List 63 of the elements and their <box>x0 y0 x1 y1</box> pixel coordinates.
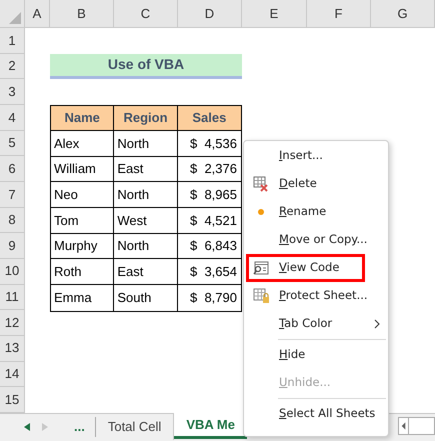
column-heading: Name <box>51 106 114 130</box>
column-header[interactable]: B <box>50 0 114 27</box>
column-header[interactable]: G <box>371 0 435 27</box>
column-header[interactable]: F <box>307 0 371 27</box>
table-cell: West <box>114 208 178 233</box>
delete-sheet-icon <box>253 176 269 192</box>
table-cell: Tom <box>51 208 114 233</box>
menu-item[interactable]: View Code <box>246 254 365 282</box>
table-cell: North <box>114 130 178 156</box>
menu-item[interactable]: Hide <box>246 341 386 369</box>
column-heading: Region <box>114 106 178 130</box>
scroll-left-icon[interactable] <box>399 418 409 434</box>
table-cell: Alex <box>51 130 114 156</box>
table-cell-text: $ 8,790 <box>189 288 238 307</box>
lock-sheet-icon <box>252 288 270 304</box>
column-header[interactable]: A <box>25 0 50 27</box>
row-header[interactable]: 3 <box>0 79 24 105</box>
row-header[interactable]: 13 <box>0 336 24 362</box>
menu-item[interactable]: Protect Sheet... <box>246 282 386 310</box>
menu-item[interactable]: Select All Sheets <box>246 400 386 428</box>
table-cell: East <box>114 156 178 182</box>
view-code-icon <box>253 260 269 276</box>
row-header[interactable]: 11 <box>0 284 24 310</box>
table-cell: Murphy <box>51 234 114 258</box>
row-header[interactable]: 4 <box>0 104 24 131</box>
row-header[interactable]: 12 <box>0 310 24 336</box>
sheet-tab[interactable]: VBA Me <box>174 413 247 439</box>
row-header[interactable]: 6 <box>0 156 24 182</box>
table-cell-text: $ 3,654 <box>189 262 238 281</box>
row-header[interactable]: 10 <box>0 258 24 285</box>
menu-item[interactable]: Delete <box>246 170 386 198</box>
table-cell: South <box>114 284 178 311</box>
menu-item[interactable]: Tab Color <box>246 310 386 338</box>
table-cell: North <box>114 182 178 207</box>
table-cell: East <box>114 259 178 284</box>
more-sheets-button[interactable]: ... <box>74 417 85 437</box>
menu-item[interactable]: Insert... <box>246 142 386 170</box>
table-cell: North <box>114 234 178 258</box>
table-cell-text: $ 4,536 <box>189 134 238 153</box>
menu-item[interactable]: Move or Copy... <box>246 226 386 254</box>
column-heading: Sales <box>191 109 228 128</box>
column-header[interactable]: C <box>114 0 178 27</box>
menu-item[interactable]: Rename <box>246 198 386 226</box>
column-header[interactable]: E <box>242 0 307 27</box>
dot-icon <box>258 209 264 215</box>
row-header[interactable]: 8 <box>0 208 24 234</box>
scroll-left-icon[interactable] <box>24 423 30 431</box>
row-header[interactable]: 9 <box>0 233 24 259</box>
table-cell-text: $ 6,843 <box>189 237 238 256</box>
title-cell: Use of VBA <box>50 54 242 80</box>
table-cell: Emma <box>51 284 114 311</box>
row-header[interactable]: 1 <box>0 28 24 54</box>
column-header[interactable]: D <box>178 0 242 27</box>
table-cell-text: $ 2,376 <box>189 160 238 178</box>
row-header[interactable]: 5 <box>0 130 24 156</box>
table-cell-text: $ 8,965 <box>189 186 238 204</box>
row-header[interactable]: 2 <box>0 54 24 80</box>
table-cell: Roth <box>51 259 114 284</box>
table-cell: Neo <box>51 182 114 207</box>
table-cell: William <box>51 156 114 182</box>
row-header[interactable]: 7 <box>0 182 24 208</box>
row-header[interactable]: 14 <box>0 362 24 388</box>
table-cell-text: $ 4,521 <box>189 212 238 230</box>
